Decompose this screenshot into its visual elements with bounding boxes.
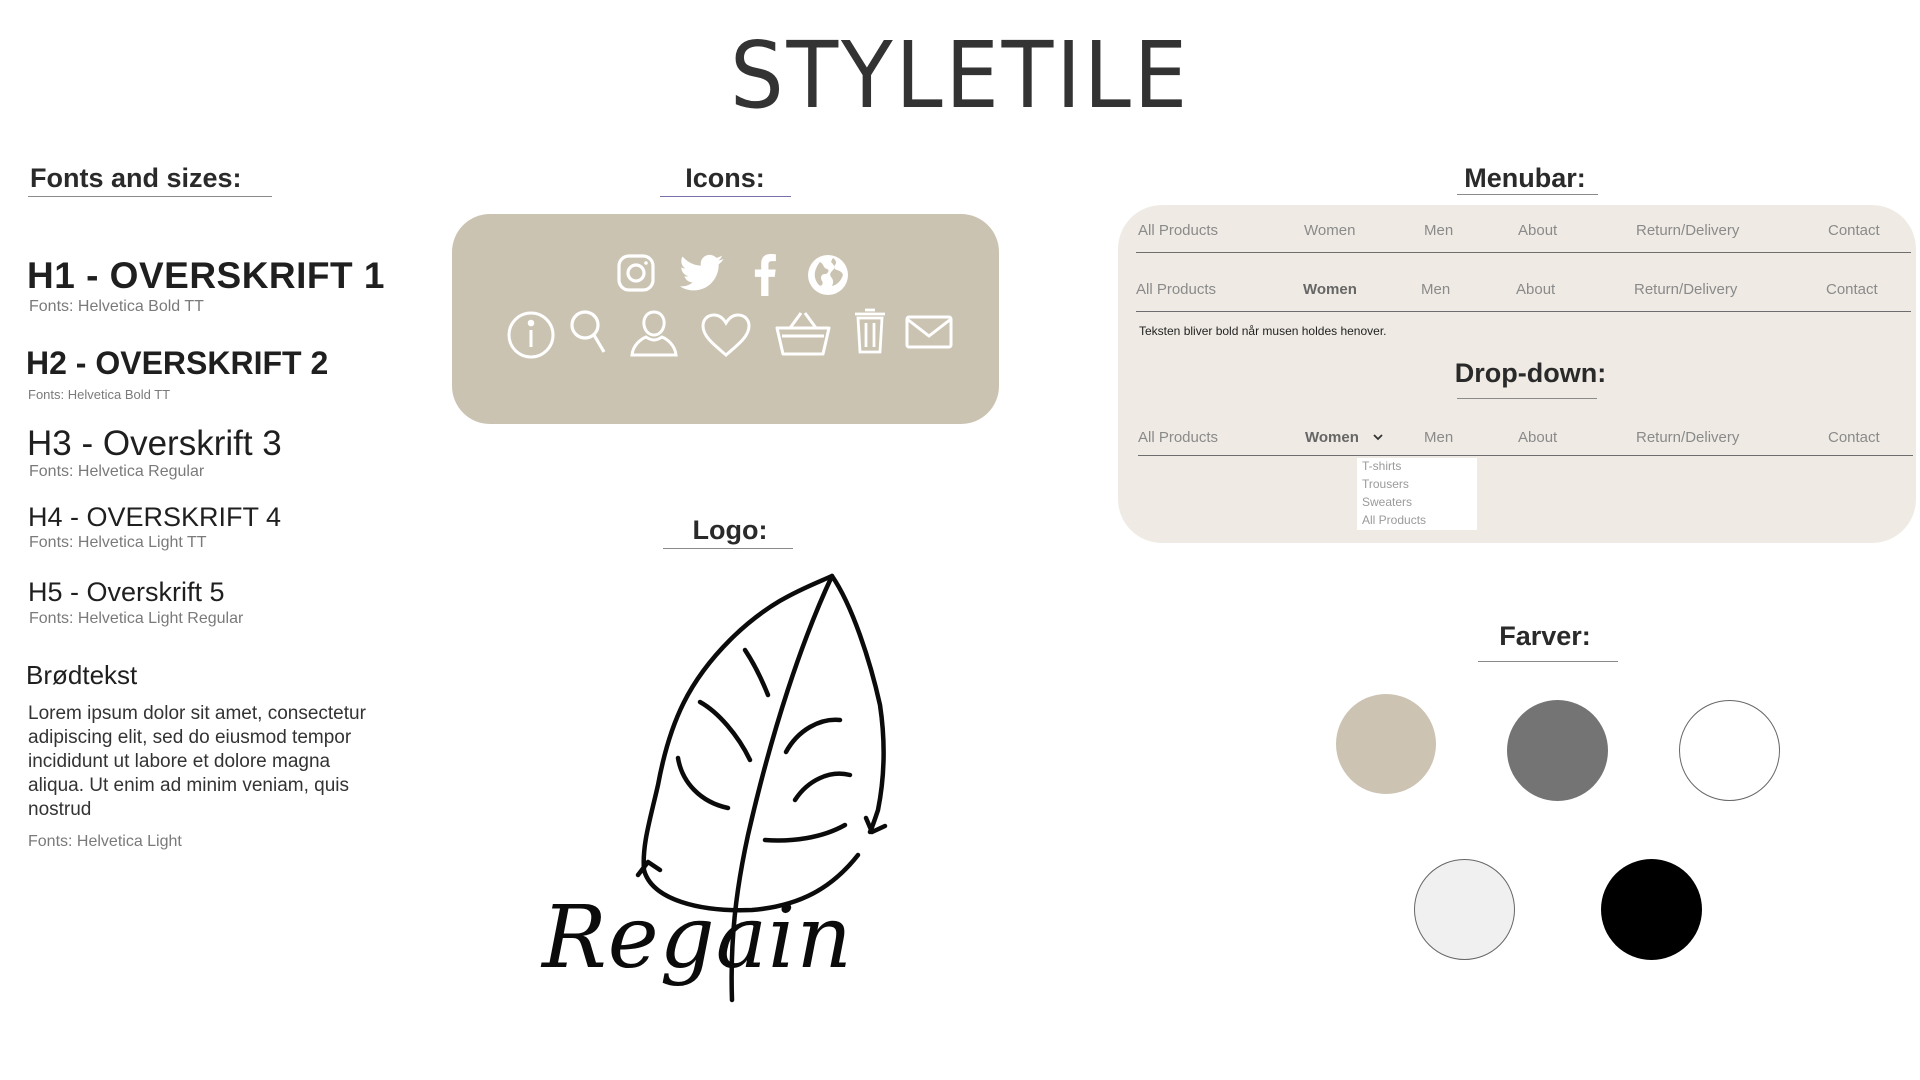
fonts-heading-underline (28, 196, 272, 197)
nav-all-products[interactable]: All Products (1138, 429, 1218, 446)
logo-heading: Logo: (692, 515, 768, 545)
hover-note: Teksten bliver bold når musen holdes hen… (1139, 324, 1387, 338)
icons-panel (452, 214, 999, 424)
nav-about[interactable]: About (1516, 281, 1555, 298)
nav-return-delivery[interactable]: Return/Delivery (1636, 222, 1739, 239)
nav-return-delivery[interactable]: Return/Delivery (1636, 429, 1739, 446)
color-swatch-black (1601, 859, 1702, 960)
lorem-paragraph: Lorem ipsum dolor sit amet, consectetur … (28, 703, 366, 820)
menubar-normal: All Products Women Men About Return/Deli… (1118, 222, 1916, 246)
heart-icon (700, 312, 752, 358)
nav-all-products[interactable]: All Products (1136, 281, 1216, 298)
dropdown-menu: T-shirts Trousers Sweaters All Products (1357, 458, 1477, 530)
nav-contact[interactable]: Contact (1828, 222, 1880, 239)
basket-icon (774, 308, 832, 358)
menubar-hover: All Products Women Men About Return/Deli… (1118, 281, 1916, 305)
dropdown-heading-underline (1457, 398, 1597, 399)
nav-contact[interactable]: Contact (1828, 429, 1880, 446)
dropdown-item-tshirts[interactable]: T-shirts (1362, 459, 1401, 473)
info-icon (506, 310, 556, 360)
user-icon (628, 308, 680, 358)
h5-font-note: Fonts: Helvetica Light Regular (29, 610, 244, 627)
menubar-heading: Menubar: (1464, 163, 1586, 193)
dropdown-item-all-products[interactable]: All Products (1362, 513, 1426, 527)
colors-heading-underline (1478, 661, 1618, 662)
facebook-icon (752, 254, 778, 296)
nav-about[interactable]: About (1518, 222, 1557, 239)
h3-sample: H3 - Overskrift 3 (27, 424, 282, 463)
colors-heading: Farver: (1499, 621, 1591, 651)
h3-font-note: Fonts: Helvetica Regular (29, 463, 205, 480)
h5-sample: H5 - Overskrift 5 (28, 577, 225, 607)
nav-all-products[interactable]: All Products (1138, 222, 1218, 239)
h1-sample: H1 - OVERSKRIFT 1 (27, 255, 385, 296)
page-title: STYLETILE (730, 22, 1190, 129)
globe-icon (807, 254, 849, 296)
instagram-icon (616, 253, 656, 293)
h2-font-note: Fonts: Helvetica Bold TT (28, 387, 171, 402)
fonts-heading: Fonts and sizes: (30, 163, 242, 193)
body-font-note: Fonts: Helvetica Light (28, 833, 182, 850)
menubar-dropdown-line (1138, 455, 1913, 456)
h4-sample: H4 - OVERSKRIFT 4 (28, 502, 282, 532)
logo-text: Regain (542, 888, 853, 988)
logo-heading-underline (663, 548, 793, 549)
chevron-down-icon[interactable] (1372, 430, 1384, 447)
menubar-heading-underline (1457, 194, 1598, 195)
icons-heading-underline (660, 196, 791, 197)
color-swatch-gray (1507, 700, 1608, 801)
regain-logo: Regain (540, 570, 900, 1010)
nav-about[interactable]: About (1518, 429, 1557, 446)
dropdown-item-sweaters[interactable]: Sweaters (1362, 495, 1412, 509)
nav-women-hover[interactable]: Women (1303, 281, 1357, 298)
menubar-hover-line (1136, 311, 1911, 312)
body-text-title: Brødtekst (26, 660, 138, 690)
nav-contact[interactable]: Contact (1826, 281, 1878, 298)
nav-women-open[interactable]: Women (1305, 429, 1359, 446)
color-swatch-light-gray (1414, 859, 1515, 960)
dropdown-heading: Drop-down: (1454, 358, 1607, 388)
color-swatch-white (1679, 700, 1780, 801)
nav-return-delivery[interactable]: Return/Delivery (1634, 281, 1737, 298)
menubar-normal-line (1136, 252, 1911, 253)
twitter-icon (680, 254, 724, 292)
menubar-panel: All Products Women Men About Return/Deli… (1118, 205, 1916, 543)
nav-men[interactable]: Men (1421, 281, 1450, 298)
trash-icon (852, 306, 888, 356)
h4-font-note: Fonts: Helvetica Light TT (29, 534, 207, 551)
nav-men[interactable]: Men (1424, 222, 1453, 239)
dropdown-item-trousers[interactable]: Trousers (1362, 477, 1409, 491)
icons-heading: Icons: (685, 163, 765, 193)
nav-men[interactable]: Men (1424, 429, 1453, 446)
h1-font-note: Fonts: Helvetica Bold TT (29, 298, 204, 315)
h2-sample: H2 - OVERSKRIFT 2 (26, 345, 329, 381)
mail-icon (905, 314, 953, 350)
search-icon (568, 308, 608, 358)
color-swatch-beige (1336, 694, 1436, 794)
nav-women[interactable]: Women (1304, 222, 1355, 239)
menubar-dropdown: All Products Women Men About Return/Deli… (1118, 429, 1916, 453)
